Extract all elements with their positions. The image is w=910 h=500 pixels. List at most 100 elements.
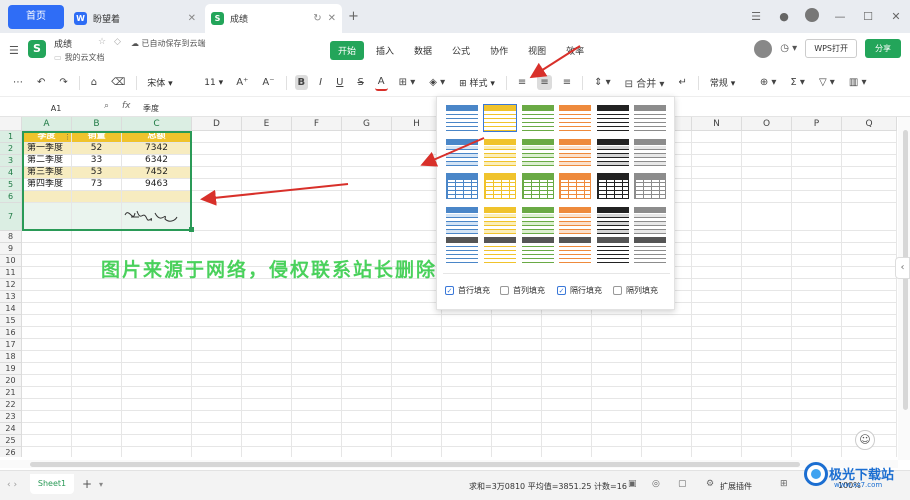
italic-button[interactable]: I [316,75,325,90]
signature-image[interactable] [121,205,181,229]
table-style-swatch[interactable] [522,139,554,166]
eraser-icon[interactable]: ⌫ [108,75,128,90]
table-cell[interactable] [122,191,191,202]
function-button[interactable]: fx [122,101,131,111]
fill-color-icon[interactable]: ◈ ▾ [426,75,448,90]
filter-dropdown-icon[interactable]: ⋮ [64,133,71,141]
column-header-d[interactable]: D [192,117,242,131]
collapse-panel-icon[interactable]: ‹ [895,257,910,279]
row-header-20[interactable]: 20 [0,375,22,387]
table-style-swatch[interactable] [597,139,629,166]
star-icon[interactable]: ☆ [98,37,106,47]
checkbox-checked[interactable]: ✓ [557,286,566,295]
row-header-13[interactable]: 13 [0,291,22,303]
select-all-corner[interactable] [0,117,22,131]
table-style-swatch[interactable] [559,105,591,131]
column-header-e[interactable]: E [242,117,292,131]
table-header-cell[interactable]: 销量 [72,131,121,142]
table-style-swatch[interactable] [522,173,554,199]
decrease-font-button[interactable]: A⁻ [259,75,277,90]
main-menu-icon[interactable]: ☰ [9,44,19,57]
table-style-swatch[interactable] [446,139,478,166]
horizontal-scroll-thumb[interactable] [30,462,800,467]
row-header-2[interactable]: 2 [0,143,22,155]
checkbox-checked[interactable]: ✓ [445,286,454,295]
table-style-swatch[interactable] [597,207,629,234]
chart-icon[interactable]: ▥ ▾ [846,75,870,90]
table-style-swatch[interactable] [559,173,591,199]
table-style-swatch[interactable] [634,173,666,199]
new-tab-button[interactable]: + [348,9,359,24]
document-name[interactable]: 成绩 [54,37,72,50]
table-cell[interactable]: 第四季度 [22,179,71,190]
table-style-swatch[interactable] [597,237,629,263]
search-icon[interactable]: ⌕ [104,101,109,111]
row-header-23[interactable]: 23 [0,411,22,423]
font-color-button[interactable]: A [374,74,388,91]
wrap-text-icon[interactable]: ↵ [675,75,689,90]
user-avatar[interactable] [798,8,826,25]
table-cell[interactable]: 52 [72,143,121,154]
checkbox[interactable] [613,286,622,295]
tab-document-panwangzhe[interactable]: W 盼望着 ✕ [68,4,202,33]
collaborator-avatar[interactable] [754,39,773,58]
column-header-a[interactable]: A [22,117,72,131]
table-style-swatch[interactable] [446,173,478,199]
merge-button[interactable]: ⊟ 合并 ▾ [622,73,668,92]
wps-open-button[interactable]: WPS打开 [805,39,857,58]
redo-icon[interactable]: ↷ [56,75,70,90]
table-cell[interactable]: 第二季度 [22,155,71,166]
option-first-row-fill[interactable]: ✓ 首行填充 [445,285,490,296]
option-banded-rows[interactable]: ✓ 隔行填充 [557,285,602,296]
sum-icon[interactable]: Σ ▾ [787,75,808,90]
table-style-swatch[interactable] [446,105,478,131]
screenshot-icon[interactable]: ▢ [678,479,687,489]
column-header-o[interactable]: O [742,117,792,131]
table-cell[interactable] [72,191,121,202]
row-header-4[interactable]: 4 [0,167,22,179]
assistant-bot-icon[interactable]: ☺ [855,430,875,450]
undo-icon[interactable]: ↶ [34,75,48,90]
menu-insert[interactable]: 插入 [368,41,402,60]
protect-icon[interactable]: ◎ [652,479,660,489]
menu-start[interactable]: 开始 [330,41,365,60]
tab-spreadsheet-chengji[interactable]: S 成绩 ↻ ✕ [205,4,342,33]
sheet-tab-sheet1[interactable]: Sheet1 [30,474,74,494]
row-header-21[interactable]: 21 [0,387,22,399]
align-left-icon[interactable]: ≡ [515,75,529,90]
row-header-19[interactable]: 19 [0,363,22,375]
plugin-icon[interactable]: ⚙ [706,479,714,489]
column-header-q[interactable]: Q [842,117,897,131]
row-header-5[interactable]: 5 [0,179,22,191]
row-header-15[interactable]: 15 [0,315,22,327]
table-style-swatch[interactable] [597,173,629,199]
row-header-24[interactable]: 24 [0,423,22,435]
close-tab-icon[interactable]: ✕ [328,13,336,24]
checkbox[interactable] [500,286,509,295]
table-cell[interactable]: 53 [72,167,121,178]
table-cell[interactable] [72,203,121,230]
table-cell[interactable] [22,203,71,230]
minimize-button[interactable]: — [826,10,854,23]
column-header-n[interactable]: N [692,117,742,131]
menu-formula[interactable]: 公式 [444,41,478,60]
row-header-12[interactable]: 12 [0,279,22,291]
table-cell[interactable] [22,191,71,202]
column-header-f[interactable]: F [292,117,342,131]
table-style-swatch[interactable] [634,139,666,166]
home-tab[interactable]: 首页 [8,5,64,29]
row-header-8[interactable]: 8 [0,231,22,243]
table-style-button[interactable]: ⊞ 样式 ▾ [456,74,498,91]
option-first-col-fill[interactable]: 首列填充 [500,285,545,296]
row-header-11[interactable]: 11 [0,267,22,279]
menu-collab[interactable]: 协作 [482,41,516,60]
option-banded-cols[interactable]: 隔列填充 [613,285,658,296]
cell-view-icon[interactable]: ▣ [628,479,637,489]
close-window-button[interactable]: ✕ [882,10,910,23]
align-right-icon[interactable]: ≡ [560,75,574,90]
name-box[interactable]: A1 [14,101,98,116]
table-cell[interactable]: 第三季度 [22,167,71,178]
table-style-swatch[interactable] [446,237,478,263]
folder-path[interactable]: ▭ 我的云文档 [54,52,105,63]
table-style-swatch[interactable] [484,207,516,234]
